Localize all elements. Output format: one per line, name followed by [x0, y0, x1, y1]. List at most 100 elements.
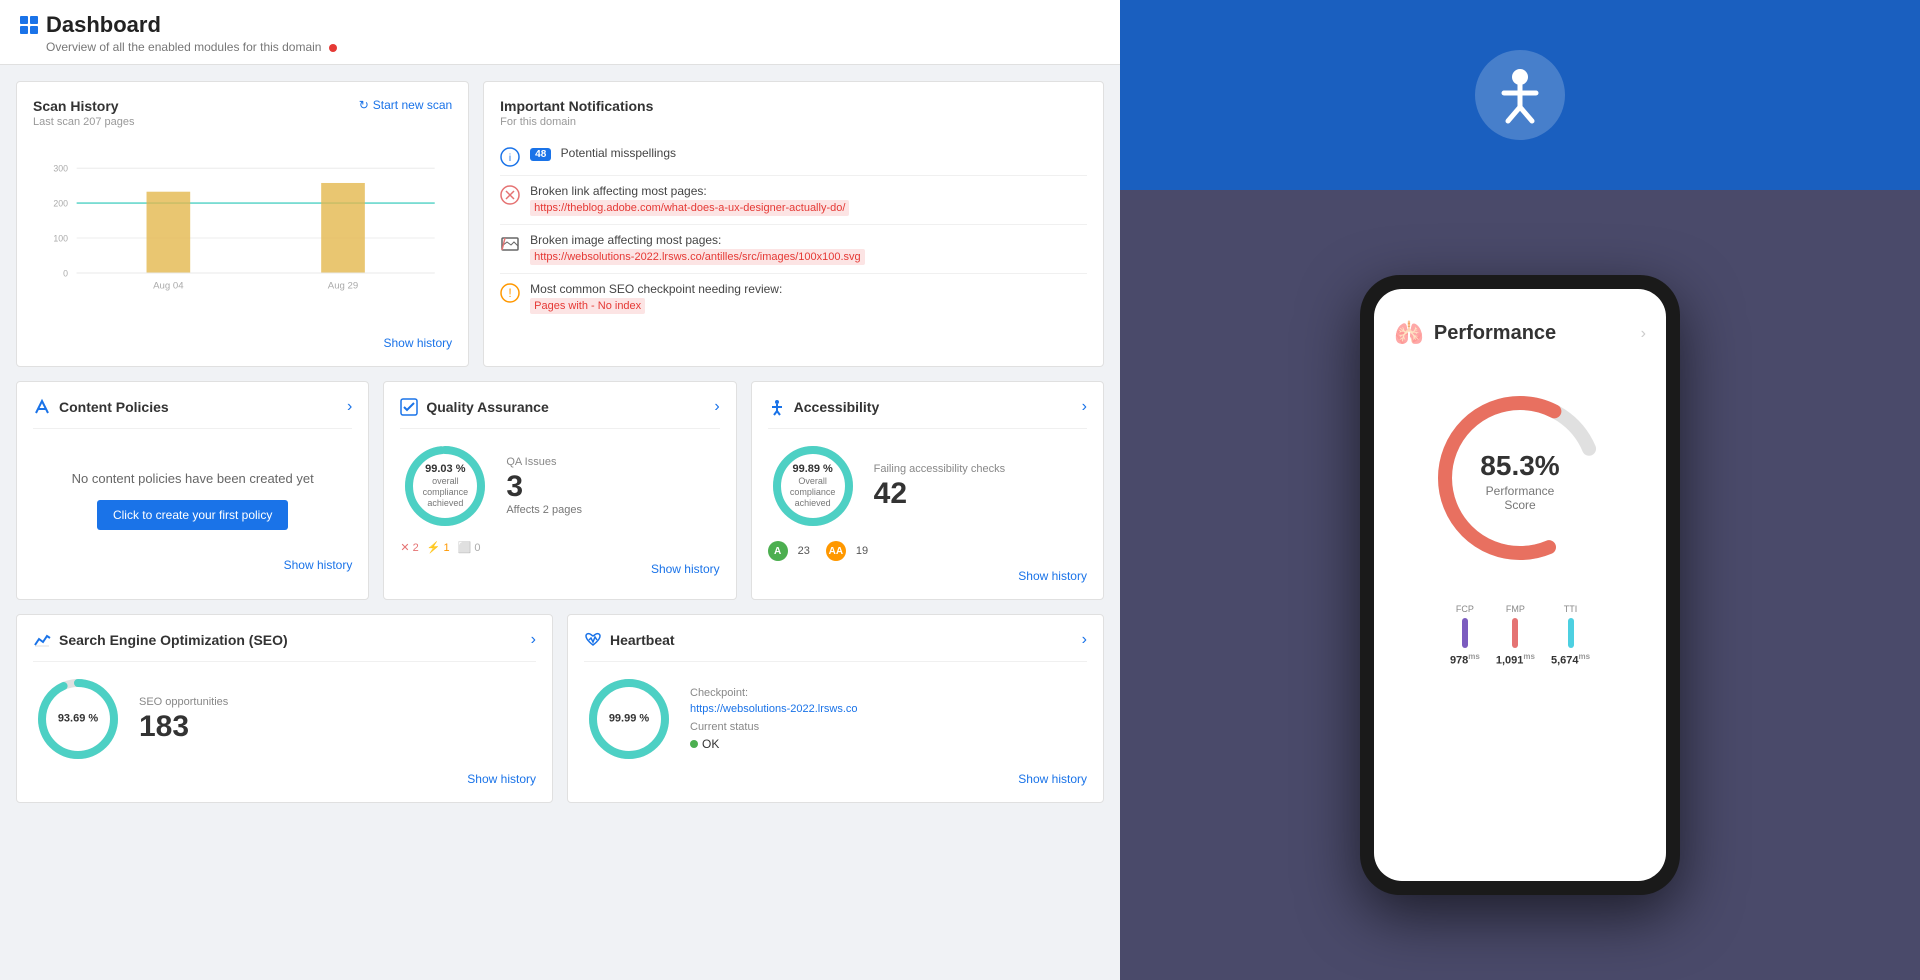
quality-assurance-icon [400, 398, 418, 416]
grid-icon [20, 16, 38, 34]
metric-tti-label: TTI [1564, 604, 1578, 614]
performance-gauge: 85.3% PerformanceScore [1420, 378, 1620, 578]
acc-badge-row: A 23 AA 19 [768, 541, 1087, 561]
acc-pct: 99.89 % [790, 463, 836, 476]
seo-chevron[interactable]: › [531, 631, 536, 649]
alert-dot [329, 44, 337, 52]
scan-history-card: Scan History Last scan 207 pages ↻ Start… [16, 81, 469, 367]
heartbeat-donut: 99.99 % [584, 674, 674, 764]
start-new-scan-button[interactable]: ↻ Start new scan [359, 98, 452, 112]
svg-text:100: 100 [53, 233, 68, 243]
heartbeat-card: Heartbeat › 99.99 % [567, 614, 1104, 803]
scan-history-subtitle: Last scan 207 pages [33, 116, 135, 128]
content-policies-chevron[interactable]: › [347, 398, 352, 416]
scan-show-history[interactable]: Show history [33, 336, 452, 350]
qa-issues-count: 3 [506, 472, 719, 502]
metric-tti-bar [1568, 618, 1574, 648]
seo-pct: 93.69 % [58, 712, 98, 725]
notif-item-3: ! Most common SEO checkpoint needing rev… [500, 274, 1087, 322]
acc-badge-aa: AA [826, 541, 846, 561]
svg-text:0: 0 [63, 268, 68, 278]
content-policies-icon [33, 398, 51, 416]
heartbeat-pct: 99.99 % [609, 712, 649, 725]
notif-link-2[interactable]: https://websolutions-2022.lrsws.co/antil… [530, 249, 865, 265]
qa-icon-square: ⬜ 0 [458, 541, 481, 554]
content-policies-body: No content policies have been created ye… [33, 441, 352, 550]
notif-text-3: Most common SEO checkpoint needing revie… [530, 282, 782, 296]
content-policies-title: Content Policies [59, 399, 169, 415]
seo-opps-label: SEO opportunities [139, 696, 536, 708]
metrics-row: FCP 978ms FMP 1,091ms TTI 5,674ms [1450, 604, 1590, 667]
accessibility-icon [768, 398, 786, 416]
acc-show-history[interactable]: Show history [768, 569, 1087, 583]
quality-assurance-chevron[interactable]: › [714, 398, 719, 416]
acc-donut: 99.89 % Overall complianceachieved [768, 441, 858, 531]
header: Dashboard Overview of all the enabled mo… [0, 0, 1120, 65]
accessibility-circle [1475, 50, 1565, 140]
qa-icon-x: ✕ 2 [400, 541, 418, 554]
quality-assurance-card: Quality Assurance › 99.03 % overall comp… [383, 381, 736, 600]
heartbeat-icon [584, 631, 602, 649]
header-subtitle: Overview of all the enabled modules for … [46, 40, 1100, 54]
seo-card: Search Engine Optimization (SEO) › 93.69… [16, 614, 553, 803]
heartbeat-status: OK [702, 737, 719, 751]
status-dot [690, 740, 698, 748]
phone-mockup: 🫁 Performance › [1360, 275, 1680, 895]
qa-icon-bolt: ⚡ 1 [427, 541, 450, 554]
acc-info: Failing accessibility checks 42 [874, 463, 1087, 509]
qa-issues-label: QA Issues [506, 456, 719, 468]
performance-score-pct: 85.3% [1480, 450, 1559, 482]
metric-fmp-label: FMP [1506, 604, 1525, 614]
svg-text:!: ! [509, 286, 512, 300]
create-policy-button[interactable]: Click to create your first policy [97, 500, 288, 530]
seo-icon [33, 631, 51, 649]
metric-fcp-label: FCP [1456, 604, 1474, 614]
phone-content: 🫁 Performance › [1374, 289, 1666, 881]
chart-svg: 300 200 100 0 Aug 04 Aug 29 [33, 148, 452, 328]
content-policies-show-history[interactable]: Show history [33, 558, 352, 572]
qa-sub: overall complianceachieved [423, 476, 469, 508]
notif-link-3[interactable]: Pages with - No index [530, 298, 645, 314]
heartbeat-status-label: Current status [690, 721, 1087, 733]
metric-tti: TTI 5,674ms [1551, 604, 1590, 667]
svg-text:i: i [509, 153, 511, 164]
metric-fcp-bar [1462, 618, 1468, 648]
notif-link-1[interactable]: https://theblog.adobe.com/what-does-a-ux… [530, 200, 849, 216]
qa-pct: 99.03 % [423, 463, 469, 476]
page-title: Dashboard [46, 12, 161, 38]
qa-show-history[interactable]: Show history [400, 562, 719, 576]
main-panel: Dashboard Overview of all the enabled mo… [0, 0, 1120, 980]
performance-icon: 🫁 [1394, 319, 1424, 348]
heartbeat-checkpoint-link[interactable]: https://websolutions-2022.lrsws.co [690, 703, 1087, 715]
seo-info: SEO opportunities 183 [139, 696, 536, 742]
metric-fcp-value: 978ms [1450, 652, 1480, 667]
accessibility-title: Accessibility [794, 399, 880, 415]
metric-fmp-value: 1,091ms [1496, 652, 1535, 667]
notifications-card: Important Notifications For this domain … [483, 81, 1104, 367]
accessibility-chevron[interactable]: › [1082, 398, 1087, 416]
svg-text:Aug 29: Aug 29 [328, 281, 358, 292]
phone-arrow-icon[interactable]: › [1641, 325, 1646, 343]
refresh-icon: ↻ [359, 98, 369, 112]
qa-icon-row: ✕ 2 ⚡ 1 ⬜ 0 [400, 541, 719, 554]
seo-opps-count: 183 [139, 712, 536, 742]
svg-text:200: 200 [53, 199, 68, 209]
scan-history-title: Scan History [33, 98, 135, 114]
seo-donut: 93.69 % [33, 674, 123, 764]
gauge-center: 85.3% PerformanceScore [1480, 450, 1559, 512]
seo-show-history[interactable]: Show history [33, 772, 536, 786]
metric-fmp: FMP 1,091ms [1496, 604, 1535, 667]
heartbeat-info: Checkpoint: https://websolutions-2022.lr… [690, 687, 1087, 751]
qa-donut: 99.03 % overall complianceachieved [400, 441, 490, 531]
heartbeat-donut-section: 99.99 % Checkpoint: https://websolutions… [584, 674, 1087, 764]
svg-text:300: 300 [53, 164, 68, 174]
qa-info: QA Issues 3 Affects 2 pages [506, 456, 719, 516]
heartbeat-checkpoint-label: Checkpoint: [690, 687, 1087, 699]
heartbeat-show-history[interactable]: Show history [584, 772, 1087, 786]
metric-fmp-bar [1512, 618, 1518, 648]
acc-badge-aa-count: 19 [856, 545, 868, 557]
heartbeat-chevron[interactable]: › [1082, 631, 1087, 649]
svg-text:Aug 04: Aug 04 [153, 281, 184, 292]
scan-history-chart: 300 200 100 0 Aug 04 Aug 29 [33, 148, 452, 328]
notif-text-1: Broken link affecting most pages: [530, 184, 849, 198]
